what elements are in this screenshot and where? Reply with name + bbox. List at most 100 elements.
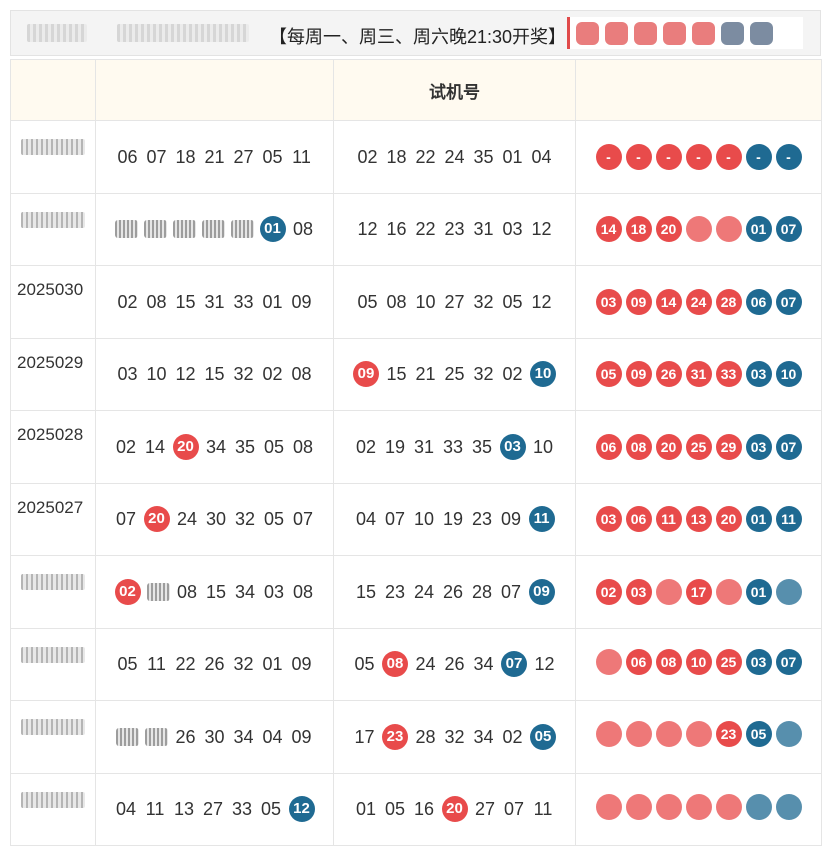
blue-ball: 07 [775,433,802,460]
blurred-number: 00 [116,727,139,746]
number: 11 [533,799,553,820]
issue-cell [10,192,96,266]
ball-numbers: 06 08 10 25 03 07 [595,648,802,675]
number: 18 [386,146,407,167]
number: 16 [413,799,435,820]
number: 01 [262,291,283,312]
number: 02 [502,726,523,747]
highlighted-number: 11 [528,506,555,533]
issue-cell [10,120,96,194]
draw-numbers: 03 10 12 15 32 02 08 [116,361,313,387]
ball-numbers: 23 05 [595,721,802,748]
column-header [575,59,822,121]
number: 33 [233,291,254,312]
draw-numbers: 06 07 18 21 27 05 11 [116,144,313,170]
blue-ball: 01 [745,578,772,605]
test-numbers: 02 18 22 24 35 01 04 [356,144,553,170]
number: 05 [263,436,285,457]
number: 04 [115,799,137,820]
ball-numbers: 02 03 17 01 [595,578,802,605]
test-numbers-cell: 05 08 10 27 32 05 12 [333,265,576,339]
blurred-number: 00 [143,220,167,239]
issue-number: 2025029 [17,352,84,372]
red-ball: 03 [625,578,652,605]
red-ball: 25 [685,433,712,460]
draw-numbers-cell: 02 00 08 15 34 03 08 [95,555,334,629]
red-ball [595,721,622,748]
red-ball: 29 [715,433,742,460]
red-ball [715,216,742,243]
number: 04 [355,509,377,530]
test-numbers: 02 19 31 33 35 03 10 [355,433,555,460]
red-ball: - [595,143,622,170]
test-numbers: 12 16 22 23 31 03 12 [356,216,553,242]
red-ball [655,793,682,820]
number: 08 [292,436,314,457]
ball-icon [576,21,599,45]
number: 27 [202,799,224,820]
ball-numbers-cell [575,772,822,846]
number: 10 [146,364,167,385]
blue-ball: 01 [745,506,772,533]
number: 23 [384,581,406,602]
ball-icon [663,21,686,45]
number: 10 [415,291,436,312]
number: 28 [415,726,436,747]
draw-numbers-cell: 06 07 18 21 27 05 11 [95,120,334,194]
table-row: 2025028 02 14 20 34 35 05 08 02 19 31 33 35 03 10 06 08 2… [10,410,822,484]
number: 23 [471,509,493,530]
test-numbers-cell: 02 19 31 33 35 03 10 [333,410,576,484]
page: 【每周一、周三、周六晚21:30开奖】 试机号 06 07 18 21 27 05 11 02… [0,0,831,846]
draw-numbers-cell: 03 10 12 15 32 02 08 [95,337,334,411]
number: 22 [415,146,436,167]
number: 02 [355,436,377,457]
ball-numbers: 03 09 14 24 28 06 07 [595,288,802,315]
issue-number: 2025030 [17,280,84,299]
red-ball [685,721,712,748]
red-ball: 03 [595,288,622,315]
number: 05 [357,291,378,312]
blue-ball: 03 [745,433,772,460]
number: 03 [263,581,285,602]
draw-numbers: 02 08 15 31 33 01 09 [116,289,313,315]
number: 08 [386,291,407,312]
red-ball: 14 [595,216,622,243]
blurred-number: 00 [145,727,168,746]
number: 08 [291,364,312,385]
number: 32 [444,726,465,747]
red-ball: - [715,143,742,170]
ball-numbers [595,793,802,820]
red-ball: 03 [595,506,622,533]
number: 01 [355,799,377,820]
number: 09 [500,509,522,530]
number: 26 [444,654,465,675]
number: 34 [473,654,494,675]
number: 32 [473,291,494,312]
red-ball: 08 [625,433,652,460]
draw-numbers-cell: 02 08 15 31 33 01 09 [95,265,334,339]
table-row: 2025029 03 10 12 15 32 02 08 09 15 21 25 32 02 10 05 09 2… [10,337,822,411]
number: 02 [117,291,138,312]
number: 19 [384,436,406,457]
number: 02 [115,436,137,457]
number: 10 [413,509,435,530]
highlighted-number: 20 [172,433,199,460]
red-ball: 14 [655,288,682,315]
ball-numbers: 03 06 11 13 20 01 11 [595,506,802,533]
draw-numbers: 07 20 24 30 32 05 07 [115,506,315,533]
highlighted-number: 08 [382,651,408,678]
number: 34 [233,726,254,747]
blue-ball: 07 [775,288,802,315]
number: 11 [292,146,311,167]
number: 05 [262,146,283,167]
ball-numbers: 14 18 20 01 07 [595,216,802,243]
issue-cell [10,772,96,846]
number: 17 [354,726,375,747]
number: 07 [115,509,137,530]
table-row: 00000000000108121622233103121418200107 [10,192,822,266]
number: 13 [173,799,195,820]
table-row: 020008153403081523242628070902031701 [10,555,822,629]
blue-ball [775,793,802,820]
number: 26 [175,726,196,747]
red-ball: 06 [595,433,622,460]
